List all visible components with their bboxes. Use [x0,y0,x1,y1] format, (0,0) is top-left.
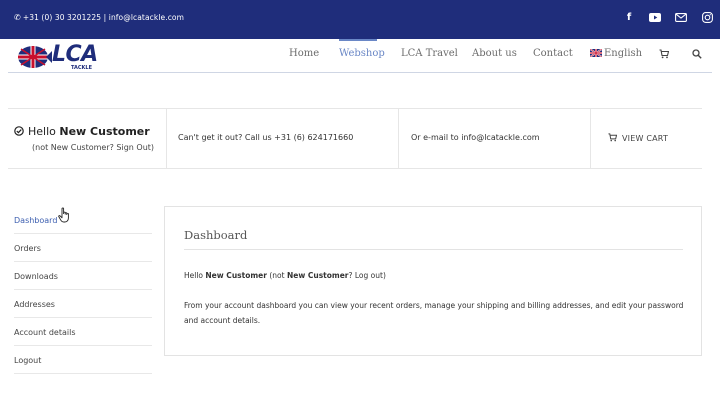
greeting-name: New Customer [205,271,267,280]
hand-cursor-icon [58,207,69,223]
fish-logo-icon [18,46,52,68]
site-logo[interactable]: LCA TACKLE [16,41,106,73]
top-bar: ✆ +31 (0) 30 3201225 | info@lcatackle.com… [0,0,720,39]
header-divider [8,72,712,73]
greeting-name: New Customer [286,271,349,280]
check-circle-icon [14,126,24,136]
view-cart-label: VIEW CART [622,134,669,143]
dashboard-title: Dashboard [184,228,248,242]
nav-lca-travel[interactable]: LCA Travel [401,48,458,59]
description-text: From your account dashboard you can view… [184,301,370,310]
social-links: f [622,10,714,24]
logo-tagline: TACKLE [71,65,93,71]
top-contact-text[interactable]: +31 (0) 30 3201225 | info@lcatackle.com [23,13,184,22]
search-icon[interactable] [692,49,702,59]
info-bar-divider [398,108,399,168]
greeting-text: Hello [184,271,206,280]
nav-webshop[interactable]: Webshop [339,48,385,59]
account-nav-logout[interactable]: Logout [14,346,152,374]
recent-orders-link[interactable]: recent orders [369,301,419,310]
account-nav-addresses[interactable]: Addresses [14,290,152,318]
uk-flag-icon [590,49,602,57]
facebook-icon[interactable]: f [622,10,636,24]
logout-link[interactable]: ? Log out) [349,271,386,280]
account-nav-orders[interactable]: Orders [14,234,152,262]
dashboard-panel: Dashboard Hello New Customer (not New Cu… [164,206,702,356]
addresses-link[interactable]: shipping and billing addresses [477,301,591,310]
hello-prefix: Hello [28,125,56,138]
info-bar-divider [166,108,167,168]
info-bar-divider [590,108,591,168]
logo-text: LCA [52,42,98,67]
greeting-text: (not [266,271,287,280]
dashboard-greeting: Hello New Customer (not New Customer? Lo… [184,271,386,280]
dashboard-title-divider [184,249,683,250]
cart-icon [608,133,618,142]
top-contact: ✆ +31 (0) 30 3201225 | info@lcatackle.com [14,13,184,22]
instagram-icon[interactable] [700,10,714,24]
nav-language-label: English [604,48,643,59]
nav-language[interactable]: English [590,48,642,59]
phone-icon: ✆ [14,13,21,22]
cart-icon[interactable] [659,49,669,59]
description-text: , manage your [419,301,477,310]
youtube-icon[interactable] [648,10,662,24]
call-us-text: Can't get it out? Call us +31 (6) 624171… [178,133,354,142]
view-cart-button[interactable]: VIEW CART [608,133,668,143]
nav-active-indicator [339,39,377,41]
description-text: . [257,316,261,325]
account-nav-downloads[interactable]: Downloads [14,262,152,290]
mail-icon[interactable] [674,10,688,24]
nav-about-us[interactable]: About us [472,48,517,59]
info-bar-top-border [8,108,702,109]
sign-out-link[interactable]: (not New Customer? Sign Out) [32,143,154,152]
email-us-text[interactable]: Or e-mail to info@lcatackle.com [411,133,540,142]
nav-contact[interactable]: Contact [533,48,573,59]
dashboard-description: From your account dashboard you can view… [184,298,689,328]
account-nav-account-details[interactable]: Account details [14,318,152,346]
account-nav-dashboard[interactable]: Dashboard [14,206,152,234]
info-bar-bottom-border [8,168,702,169]
description-text: , and [590,301,612,310]
customer-name: New Customer [59,125,150,138]
hello-customer: Hello New Customer [14,125,150,138]
account-navigation: Dashboard Orders Downloads Addresses Acc… [14,206,152,374]
nav-home[interactable]: Home [289,48,319,59]
